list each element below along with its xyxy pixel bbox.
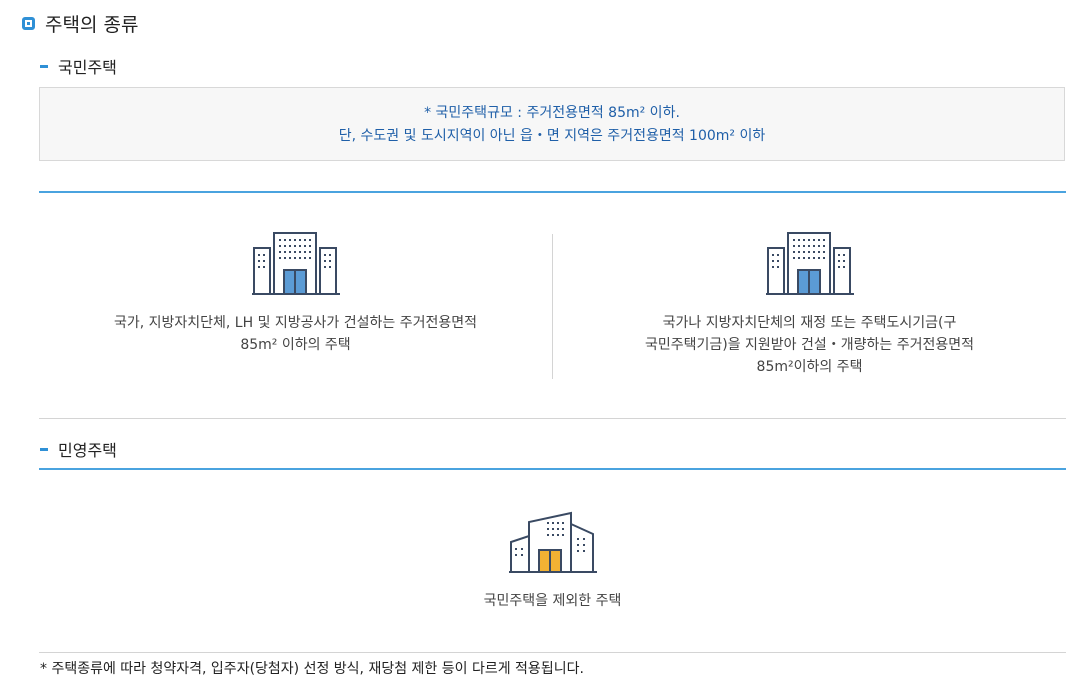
- section-title-private-text: 민영주택: [58, 441, 117, 460]
- national-item-1: 국가, 지방자치단체, LH 및 지방공사가 건설하는 주거전용면적 85m² …: [39, 230, 552, 356]
- desc-line: 국가나 지방자치단체의 재정 또는 주택도시기금(구: [662, 315, 957, 331]
- section-title-national-text: 국민주택: [58, 58, 117, 77]
- private-item-desc: 국민주택을 제외한 주택: [483, 593, 622, 609]
- dash-bullet-icon: [40, 447, 48, 451]
- desc-line: 85m²이하의 주택: [756, 359, 863, 375]
- notice-line-2: 단, 수도권 및 도시지역이 아닌 읍・면 지역은 주거전용면적 100m² 이…: [338, 128, 766, 144]
- footnote: * 주택종류에 따라 청약자격, 입주자(당첨자) 선정 방식, 재당첨 제한 …: [40, 661, 584, 677]
- page-title-text: 주택의 종류: [45, 14, 139, 36]
- page-title: 주택의 종류: [22, 10, 138, 37]
- desc-line: 국가, 지방자치단체, LH 및 지방공사가 건설하는 주거전용면적: [113, 315, 478, 331]
- notice-line-1: * 국민주택규모 : 주거전용면적 85m² 이하.: [424, 105, 680, 121]
- national-item-2-desc: 국가나 지방자치단체의 재정 또는 주택도시기금(구 국민주택기금)을 지원받아…: [553, 312, 1066, 378]
- national-item-1-desc: 국가, 지방자치단체, LH 및 지방공사가 건설하는 주거전용면적 85m² …: [39, 312, 552, 356]
- dash-bullet-icon: [40, 64, 48, 68]
- square-bullet-icon: [22, 17, 35, 30]
- desc-line: 국민주택기금)을 지원받아 건설・개량하는 주거전용면적: [644, 337, 975, 353]
- section-title-private: 민영주택: [40, 437, 117, 461]
- section-title-national: 국민주택: [40, 54, 117, 78]
- section-bottom-divider: [39, 418, 1066, 419]
- national-notice-box: * 국민주택규모 : 주거전용면적 85m² 이하. 단, 수도권 및 도시지역…: [39, 87, 1065, 161]
- private-item: 국민주택을 제외한 주택: [39, 510, 1066, 612]
- building-icon: [765, 232, 854, 295]
- building-icon: [251, 232, 340, 295]
- desc-line: 85m² 이하의 주택: [240, 337, 351, 353]
- section-divider: [39, 191, 1066, 193]
- building-icon: [508, 511, 597, 573]
- footer-divider: [39, 652, 1066, 653]
- national-item-2: 국가나 지방자치단체의 재정 또는 주택도시기금(구 국민주택기금)을 지원받아…: [553, 230, 1066, 378]
- section-divider: [39, 468, 1066, 470]
